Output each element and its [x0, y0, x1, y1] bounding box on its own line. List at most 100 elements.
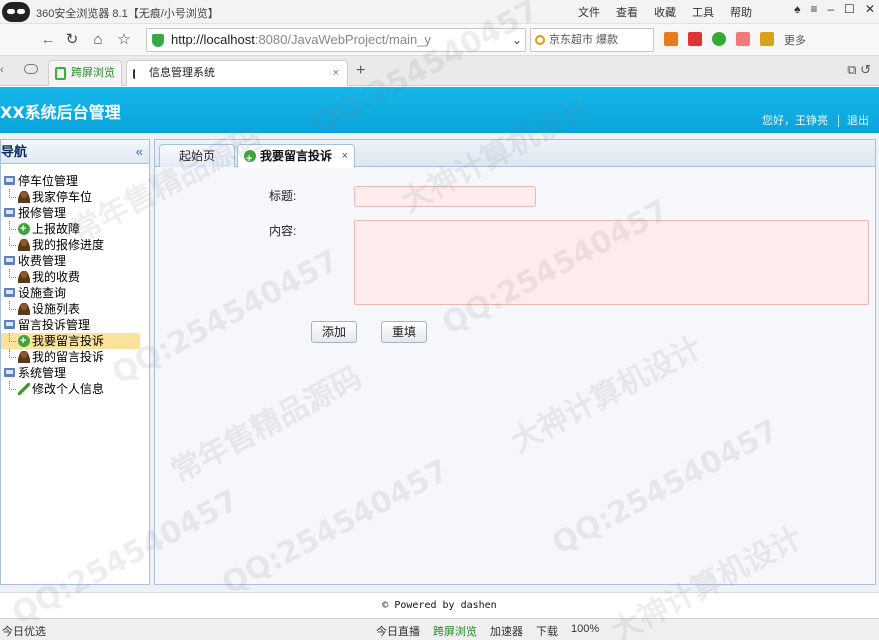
mail-icon[interactable]	[688, 32, 702, 46]
nav-item-label: 设施列表	[32, 302, 81, 316]
main-area: 导航 « 停车位管理我家停车位报修管理上报故障我的报修进度收费管理我的收费设施查…	[0, 133, 879, 592]
url-path: :8080/JavaWebProject/main_y	[254, 32, 431, 47]
menu-icon[interactable]: ≡	[810, 2, 817, 16]
nav-item[interactable]: 修改个人信息	[1, 381, 149, 397]
shield-icon	[152, 34, 164, 47]
nav-item-label: 我的留言投诉	[32, 350, 105, 364]
nav-item[interactable]: 我要留言投诉	[1, 333, 140, 349]
status-download[interactable]: 下载	[536, 623, 558, 639]
money-icon[interactable]	[712, 32, 726, 46]
chevron-down-icon[interactable]: ⌄	[507, 30, 527, 50]
nav-item[interactable]: 我的留言投诉	[1, 349, 149, 365]
status-cross-screen[interactable]: 跨屏浏览	[433, 623, 477, 639]
tree-line	[9, 333, 16, 342]
status-accelerator[interactable]: 加速器	[490, 623, 523, 639]
nav-group-label: 设施查询	[18, 286, 67, 300]
browser-toolbar: ← ↻ ⌂ ☆ http://localhost:8080/JavaWebPro…	[0, 24, 879, 56]
status-live[interactable]: 今日直播	[376, 623, 420, 639]
back-arrow-icon[interactable]: ←	[38, 30, 58, 50]
tab-tools-icon[interactable]: ⧉ ↺	[847, 62, 871, 78]
phone-icon	[55, 67, 66, 80]
skin-icon[interactable]: ♠	[794, 2, 800, 16]
nav-item-label: 修改个人信息	[32, 382, 105, 396]
extension-toolbar: 更多	[664, 32, 806, 48]
menu-help[interactable]: 帮助	[730, 4, 752, 20]
menu-favorites[interactable]: 收藏	[654, 4, 676, 20]
status-zoom[interactable]: 100%	[571, 623, 599, 639]
nav-group-label: 留言投诉管理	[18, 318, 91, 332]
folder-icon	[4, 176, 15, 185]
minimize-icon[interactable]: –	[827, 2, 834, 16]
greeting: 您好，王铮亮	[762, 115, 828, 127]
user-area: 您好，王铮亮 退出	[762, 112, 869, 128]
tab-info-system[interactable]: 信息管理系统 ×	[126, 60, 348, 86]
tab-home[interactable]: 起始页	[159, 144, 235, 167]
title-label: 标题:	[269, 189, 297, 203]
user-icon	[18, 191, 30, 203]
content-tabs: 起始页 我要留言投诉 ×	[155, 140, 875, 170]
nav-group[interactable]: 系统管理	[1, 365, 149, 381]
more-button[interactable]: 更多	[784, 32, 806, 48]
tree-line	[9, 381, 16, 390]
translate-icon[interactable]	[736, 32, 750, 46]
tree-line	[9, 221, 16, 230]
add-icon	[244, 148, 256, 170]
content-textarea[interactable]	[354, 220, 869, 305]
tab-submit-complaint[interactable]: 我要留言投诉 ×	[237, 144, 355, 170]
refresh-icon[interactable]: ↻	[62, 30, 82, 50]
copyright-icon: ©	[382, 600, 389, 611]
nav-item[interactable]: 上报故障	[1, 221, 149, 237]
nav-item[interactable]: 我的报修进度	[1, 237, 149, 253]
home-icon[interactable]: ⌂	[88, 30, 108, 50]
apps-icon[interactable]	[664, 32, 678, 46]
nav-group[interactable]: 报修管理	[1, 205, 149, 221]
tab-label: 我要留言投诉	[260, 149, 333, 163]
nav-item-label: 我的收费	[32, 270, 81, 284]
tree-line	[9, 269, 16, 278]
tab-scroll-left-icon[interactable]: ‹	[0, 64, 4, 76]
menu-file[interactable]: 文件	[578, 4, 600, 20]
menu-tools[interactable]: 工具	[692, 4, 714, 20]
close-icon[interactable]: ✕	[865, 2, 875, 16]
new-tab-icon[interactable]: +	[356, 62, 365, 80]
tree-line	[9, 349, 16, 358]
nav-item[interactable]: 我家停车位	[1, 189, 149, 205]
user-icon	[18, 239, 30, 251]
nav-group-label: 收费管理	[18, 254, 67, 268]
page-footer: © Powered by dashen	[0, 592, 879, 618]
nav-group[interactable]: 留言投诉管理	[1, 317, 149, 333]
tab-close-icon[interactable]: ×	[333, 61, 339, 85]
status-bar: 今日优选 今日直播 跨屏浏览 加速器 下载 100%	[0, 618, 879, 640]
folder-icon	[4, 368, 15, 377]
nav-group[interactable]: 停车位管理	[1, 173, 149, 189]
star-icon[interactable]: ☆	[114, 30, 134, 50]
maximize-icon[interactable]: ☐	[844, 2, 855, 16]
screenshot-icon[interactable]	[760, 32, 774, 46]
user-icon	[18, 351, 30, 363]
cloud-icon[interactable]	[24, 64, 38, 74]
app-header: XX系统后台管理 您好，王铮亮 退出	[0, 87, 879, 133]
tab-cross-screen[interactable]: 跨屏浏览	[48, 60, 122, 86]
nav-item-label: 我家停车位	[32, 190, 93, 204]
nav-item[interactable]: 我的收费	[1, 269, 149, 285]
status-daily-picks[interactable]: 今日优选	[2, 623, 46, 639]
logout-link[interactable]: 退出	[838, 115, 869, 127]
nav-item[interactable]: 设施列表	[1, 301, 149, 317]
menu-view[interactable]: 查看	[616, 4, 638, 20]
system-title: XX系统后台管理	[0, 103, 121, 122]
folder-icon	[4, 288, 15, 297]
add-button[interactable]: 添加	[311, 321, 357, 343]
nav-group[interactable]: 收费管理	[1, 253, 149, 269]
title-input[interactable]	[354, 186, 536, 207]
search-placeholder: 京东超市 爆款	[549, 34, 619, 46]
user-icon	[18, 271, 30, 283]
nav-group[interactable]: 设施查询	[1, 285, 149, 301]
collapse-icon[interactable]: «	[136, 140, 143, 164]
reset-button[interactable]: 重填	[381, 321, 427, 343]
address-bar[interactable]: http://localhost:8080/JavaWebProject/mai…	[146, 28, 526, 52]
tab-close-icon[interactable]: ×	[342, 145, 348, 167]
search-box[interactable]: 京东超市 爆款	[530, 28, 654, 52]
status-items: 今日直播 跨屏浏览 加速器 下载 100%	[376, 623, 599, 639]
nav-group-label: 停车位管理	[18, 174, 79, 188]
folder-icon	[4, 256, 15, 265]
